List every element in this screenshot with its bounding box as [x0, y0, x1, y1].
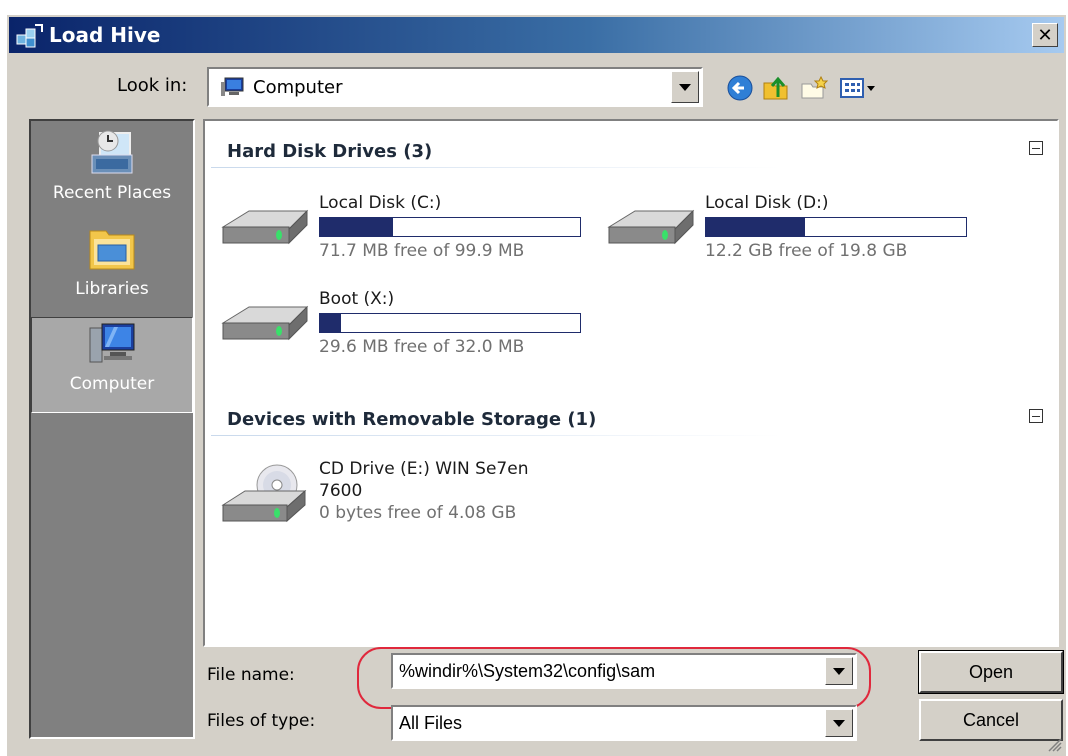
chevron-down-icon	[679, 83, 691, 91]
back-button[interactable]	[723, 71, 757, 105]
look-in-value: Computer	[253, 76, 343, 98]
up-folder-icon	[763, 76, 788, 100]
chevron-down-icon	[833, 667, 845, 675]
recent-places-icon	[91, 130, 133, 174]
file-name-combobox[interactable]	[391, 653, 857, 689]
close-icon: ✕	[1037, 24, 1053, 46]
hard-drive-icon	[607, 209, 695, 245]
place-computer[interactable]: Computer	[31, 317, 193, 413]
open-button[interactable]: Open	[918, 650, 1064, 694]
new-folder-button[interactable]	[797, 71, 831, 105]
place-libraries[interactable]: Libraries	[31, 223, 193, 317]
file-list-view[interactable]: Hard Disk Drives (3) Local Disk (C:) 71.…	[203, 119, 1059, 647]
drive-free-space: 29.6 MB free of 32.0 MB	[319, 337, 525, 357]
computer-icon	[89, 323, 135, 363]
file-name-label: File name:	[207, 665, 295, 685]
group-header-hard-disk-drives: Hard Disk Drives (3)	[227, 141, 433, 162]
drive-item-d[interactable]: Local Disk (D:) 12.2 GB free of 19.8 GB	[605, 193, 975, 273]
drive-usage-bar	[319, 313, 581, 333]
new-folder-icon	[801, 75, 829, 99]
drive-free-space: 71.7 MB free of 99.9 MB	[319, 241, 525, 261]
place-label: Recent Places	[52, 183, 172, 203]
places-bar: Recent Places Libraries Computer	[29, 119, 195, 739]
view-menu-icon	[840, 78, 875, 98]
drive-free-space: 0 bytes free of 4.08 GB	[319, 503, 517, 523]
drive-item-x[interactable]: Boot (X:) 29.6 MB free of 32.0 MB	[219, 289, 589, 369]
hard-drive-icon	[221, 305, 309, 341]
drive-item-cd-e[interactable]: CD Drive (E:) WIN Se7en 7600 0 bytes fre…	[219, 459, 619, 559]
drive-item-c[interactable]: Local Disk (C:) 71.7 MB free of 99.9 MB	[219, 193, 589, 273]
files-of-type-dropdown-button[interactable]	[825, 709, 853, 737]
drive-name: Local Disk (C:)	[319, 193, 442, 213]
place-label: Libraries	[75, 279, 149, 299]
up-folder-button[interactable]	[759, 71, 793, 105]
registry-hive-icon	[16, 24, 43, 48]
cd-drive-icon	[221, 464, 307, 523]
drive-usage-fill	[320, 218, 393, 236]
collapse-hard-disk-drives-button[interactable]	[1029, 141, 1043, 155]
group-divider	[211, 167, 781, 168]
drive-usage-fill	[320, 314, 341, 332]
chevron-down-icon	[833, 719, 845, 727]
drive-usage-bar	[319, 217, 581, 237]
group-divider	[211, 435, 781, 436]
group-header-removable-storage: Devices with Removable Storage (1)	[227, 409, 597, 430]
look-in-dropdown-button[interactable]	[671, 71, 699, 103]
file-name-input[interactable]	[393, 655, 823, 687]
collapse-removable-storage-button[interactable]	[1029, 409, 1043, 423]
window-title: Load Hive	[49, 23, 161, 47]
file-name-dropdown-button[interactable]	[825, 657, 853, 685]
drive-name: Boot (X:)	[319, 289, 395, 309]
drive-usage-fill	[706, 218, 805, 236]
files-of-type-value: All Files	[399, 713, 463, 733]
files-of-type-dropdown[interactable]: All Files	[391, 705, 857, 741]
hard-drive-icon	[221, 209, 309, 245]
drive-free-space: 12.2 GB free of 19.8 GB	[705, 241, 908, 261]
title-bar[interactable]: Load Hive ✕	[9, 17, 1064, 53]
back-arrow-icon	[727, 75, 753, 101]
place-label: Computer	[69, 374, 155, 394]
close-button[interactable]: ✕	[1032, 23, 1058, 47]
cancel-button[interactable]: Cancel	[919, 699, 1063, 741]
look-in-label: Look in:	[117, 75, 188, 96]
look-in-dropdown[interactable]: Computer	[207, 67, 703, 107]
computer-icon	[221, 77, 244, 96]
files-of-type-label: Files of type:	[207, 711, 316, 731]
resize-grip-icon[interactable]	[1044, 734, 1062, 752]
drive-usage-bar	[705, 217, 967, 237]
place-recent-places[interactable]: Recent Places	[31, 127, 193, 221]
drive-name: Local Disk (D:)	[705, 193, 829, 213]
drive-name-line2: 7600	[319, 481, 363, 501]
load-hive-dialog: Load Hive ✕ Look in: Computer Recent Pla…	[6, 14, 1066, 756]
libraries-icon	[89, 230, 135, 270]
view-menu-button[interactable]	[835, 71, 881, 105]
drive-name: CD Drive (E:) WIN Se7en	[319, 459, 529, 479]
